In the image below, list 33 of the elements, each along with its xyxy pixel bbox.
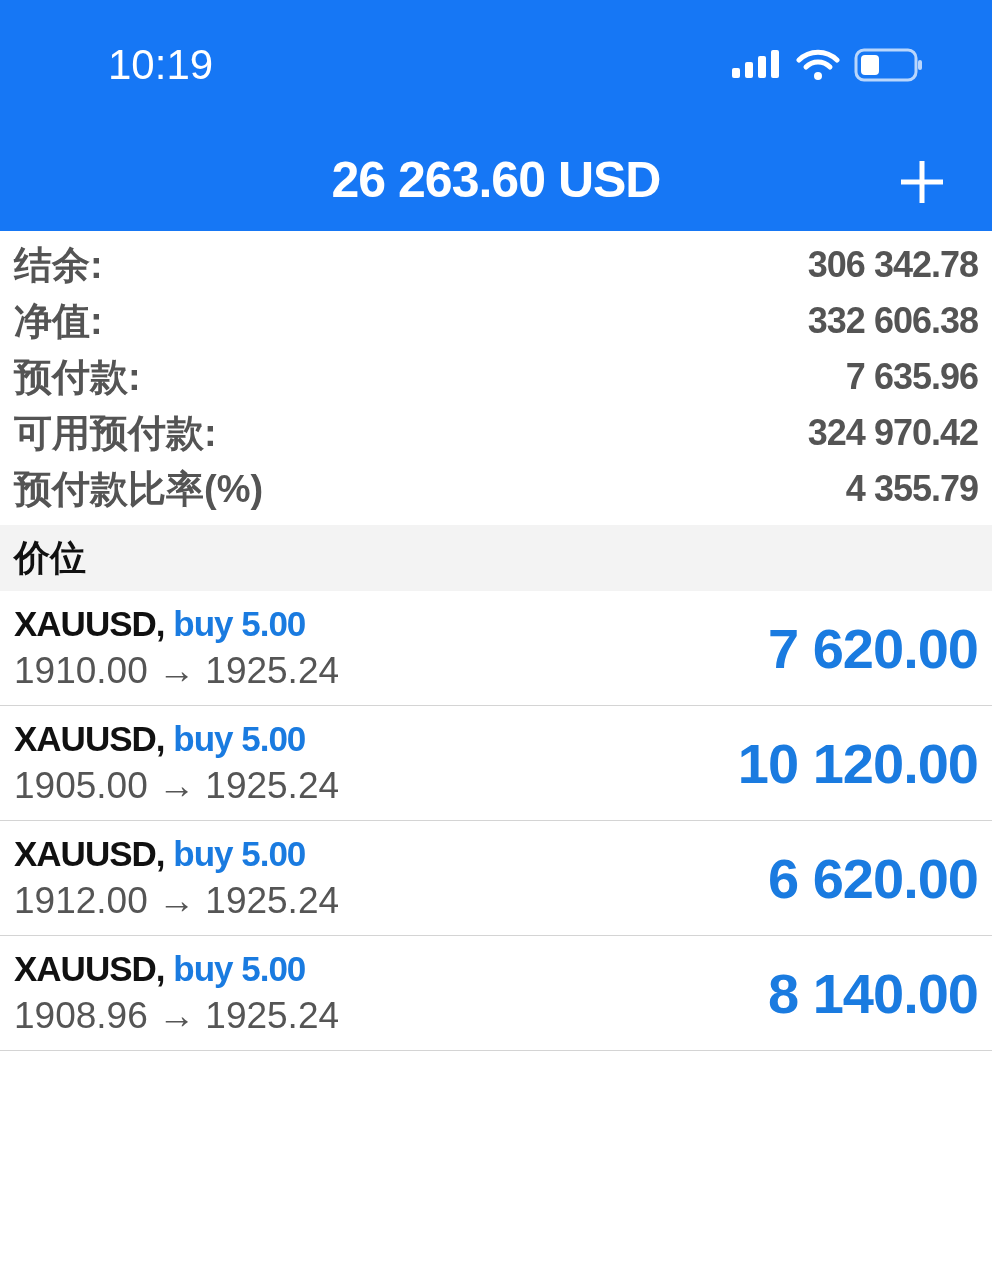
battery-icon [854, 48, 924, 82]
order-side: buy 5.00 [173, 719, 306, 758]
symbol-label: XAUUSD, [14, 719, 165, 758]
profit-value: 8 140.00 [768, 960, 978, 1026]
account-value: 4 355.79 [845, 468, 978, 510]
profit-value: 7 620.00 [768, 615, 978, 681]
account-label: 预付款: [14, 354, 141, 400]
account-label: 结余: [14, 242, 103, 288]
balance-title: 26 263.60 USD [331, 151, 661, 209]
symbol-label: XAUUSD, [14, 604, 165, 643]
profit-value: 6 620.00 [768, 845, 978, 911]
price-change: 1910.00 → 1925.24 [14, 650, 340, 692]
price-change: 1905.00 → 1925.24 [14, 765, 340, 807]
status-time: 10:19 [108, 41, 214, 89]
order-side: buy 5.00 [173, 604, 306, 643]
price-change: 1908.96 → 1925.24 [14, 995, 340, 1037]
account-value: 306 342.78 [807, 244, 978, 286]
add-icon[interactable] [898, 158, 946, 206]
wifi-icon [796, 49, 840, 81]
account-value: 332 606.38 [807, 300, 978, 342]
account-label: 预付款比率(%) [14, 466, 264, 512]
account-value: 7 635.96 [845, 356, 978, 398]
account-value: 324 970.42 [807, 412, 978, 454]
account-label: 净值: [14, 298, 103, 344]
symbol-label: XAUUSD, [14, 834, 165, 873]
order-side: buy 5.00 [173, 834, 306, 873]
symbol-label: XAUUSD, [14, 949, 165, 988]
signal-icon [732, 50, 782, 80]
order-side: buy 5.00 [173, 949, 306, 988]
profit-value: 10 120.00 [737, 730, 978, 796]
price-change: 1912.00 → 1925.24 [14, 880, 340, 922]
account-label: 可用预付款: [14, 410, 217, 456]
section-title: 价位 [14, 535, 86, 580]
